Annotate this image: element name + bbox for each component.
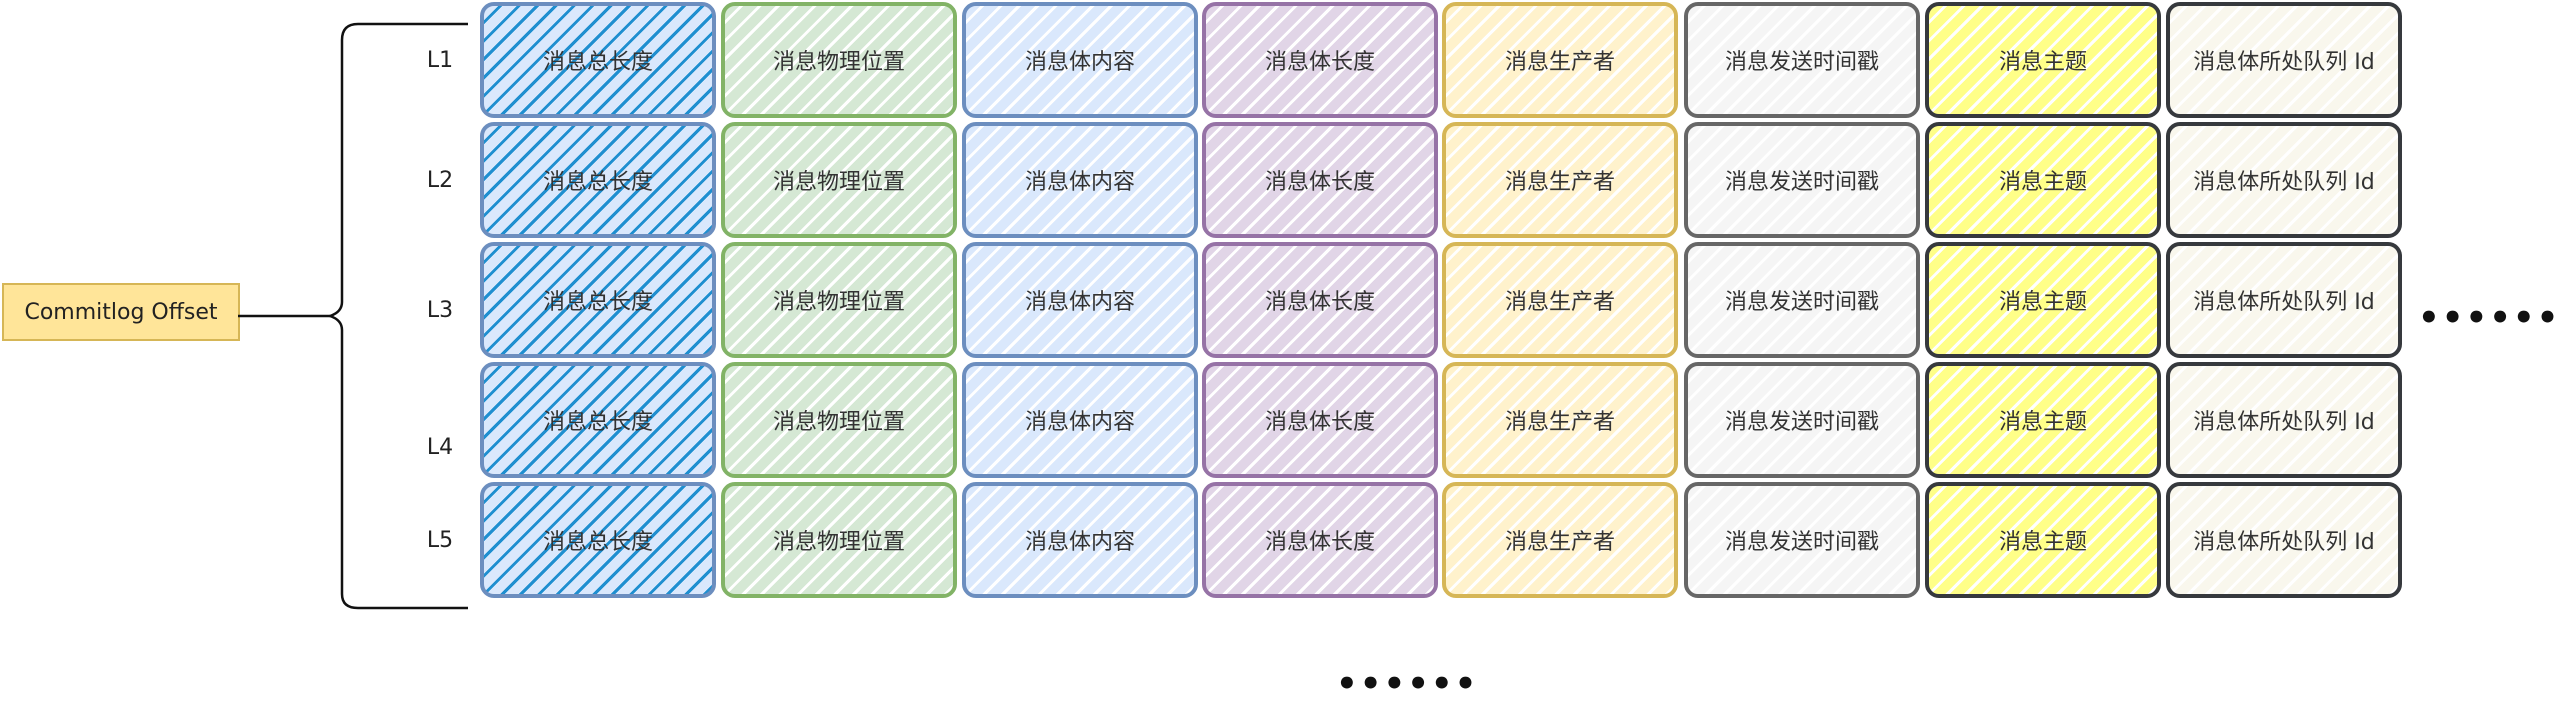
- field-cell: 消息生产者: [1442, 482, 1678, 598]
- field-label: 消息物理位置: [772, 530, 905, 555]
- field-cell: 消息总长度: [480, 2, 716, 118]
- field-label: 消息物理位置: [772, 170, 905, 195]
- row-label: L4: [426, 435, 454, 460]
- field-label: 消息生产者: [1504, 410, 1615, 435]
- field-label: 消息物理位置: [772, 410, 905, 435]
- field-cell: 消息总长度: [480, 242, 716, 358]
- field-cell: 消息生产者: [1442, 362, 1678, 478]
- field-cell: 消息主题: [1925, 122, 2161, 238]
- field-cell: 消息体内容: [962, 2, 1198, 118]
- field-cell: 消息物理位置: [721, 242, 957, 358]
- field-label: 消息生产者: [1504, 290, 1615, 315]
- field-cell: 消息体长度: [1202, 2, 1438, 118]
- field-cell: 消息发送时间戳: [1684, 2, 1920, 118]
- commitlog-offset-label: Commitlog Offset: [24, 299, 218, 325]
- field-cell: 消息发送时间戳: [1684, 482, 1920, 598]
- field-cell: 消息生产者: [1442, 122, 1678, 238]
- commitlog-diagram: Commitlog Offset L1 L2 L3 L4 L5 消息总长度 消息物理位置消…: [0, 0, 2562, 704]
- row-label: L3: [426, 298, 454, 323]
- field-label: 消息生产者: [1504, 50, 1615, 75]
- field-cell: 消息体所处队列 Id: [2166, 362, 2402, 478]
- ellipsis-right: ••••••: [2418, 298, 2561, 338]
- field-cell: 消息物理位置: [721, 122, 957, 238]
- field-label: 消息体内容: [1024, 170, 1135, 195]
- field-label: 消息体内容: [1024, 290, 1135, 315]
- field-cell: 消息总长度: [480, 482, 716, 598]
- field-cell: 消息总长度: [480, 362, 716, 478]
- field-cell: 消息体内容: [962, 362, 1198, 478]
- field-cell: 消息体所处队列 Id: [2166, 122, 2402, 238]
- field-label: 消息主题: [1998, 290, 2087, 315]
- field-label: 消息总长度: [542, 530, 653, 555]
- field-label: 消息发送时间戳: [1724, 290, 1879, 315]
- field-cell: 消息生产者: [1442, 2, 1678, 118]
- field-label: 消息体内容: [1024, 50, 1135, 75]
- field-cell: 消息生产者: [1442, 242, 1678, 358]
- field-cell: 消息体内容: [962, 482, 1198, 598]
- field-cell: 消息体长度: [1202, 242, 1438, 358]
- row-label: L5: [426, 528, 454, 553]
- field-label: 消息总长度: [542, 290, 653, 315]
- row-label: L2: [426, 168, 454, 193]
- field-label: 消息体所处队列 Id: [2193, 50, 2375, 75]
- field-cell: 消息体内容: [962, 122, 1198, 238]
- field-label: 消息生产者: [1504, 530, 1615, 555]
- field-label: 消息总长度: [542, 410, 653, 435]
- field-cell: 消息主题: [1925, 2, 2161, 118]
- field-cell: 消息体长度: [1202, 362, 1438, 478]
- field-label: 消息主题: [1998, 410, 2087, 435]
- field-label: 消息体内容: [1024, 530, 1135, 555]
- field-cell: 消息物理位置: [721, 482, 957, 598]
- field-label: 消息发送时间戳: [1724, 170, 1879, 195]
- field-label: 消息总长度: [542, 170, 653, 195]
- field-cell: 消息体长度: [1202, 482, 1438, 598]
- field-label: 消息体所处队列 Id: [2193, 290, 2375, 315]
- field-label: 消息体所处队列 Id: [2193, 530, 2375, 555]
- field-label: 消息体长度: [1264, 170, 1375, 195]
- field-label: 消息主题: [1998, 530, 2087, 555]
- field-cell: 消息体所处队列 Id: [2166, 2, 2402, 118]
- field-label: 消息体长度: [1264, 50, 1375, 75]
- field-cell: 消息体长度: [1202, 122, 1438, 238]
- field-label: 消息体长度: [1264, 410, 1375, 435]
- field-cell: 消息体所处队列 Id: [2166, 242, 2402, 358]
- field-cell: 消息发送时间戳: [1684, 122, 1920, 238]
- field-cell: 消息发送时间戳: [1684, 242, 1920, 358]
- field-label: 消息体所处队列 Id: [2193, 170, 2375, 195]
- ellipsis-bottom: ••••••: [1336, 664, 1479, 704]
- field-label: 消息主题: [1998, 50, 2087, 75]
- field-label: 消息物理位置: [772, 50, 905, 75]
- field-cell: 消息主题: [1925, 482, 2161, 598]
- field-cell: 消息体所处队列 Id: [2166, 482, 2402, 598]
- field-label: 消息发送时间戳: [1724, 50, 1879, 75]
- field-label: 消息体所处队列 Id: [2193, 410, 2375, 435]
- row-label: L1: [426, 48, 454, 73]
- field-label: 消息物理位置: [772, 290, 905, 315]
- field-cell: 消息体内容: [962, 242, 1198, 358]
- field-label: 消息体内容: [1024, 410, 1135, 435]
- field-cell: 消息发送时间戳: [1684, 362, 1920, 478]
- field-cell: 消息主题: [1925, 242, 2161, 358]
- field-cell: 消息总长度: [480, 122, 716, 238]
- field-label: 消息体长度: [1264, 530, 1375, 555]
- field-cell: 消息物理位置: [721, 2, 957, 118]
- field-label: 消息总长度: [542, 50, 653, 75]
- commitlog-offset-box: Commitlog Offset: [2, 283, 240, 341]
- field-label: 消息生产者: [1504, 170, 1615, 195]
- field-cell: 消息物理位置: [721, 362, 957, 478]
- field-label: 消息体长度: [1264, 290, 1375, 315]
- field-label: 消息发送时间戳: [1724, 530, 1879, 555]
- field-cell: 消息主题: [1925, 362, 2161, 478]
- field-label: 消息发送时间戳: [1724, 410, 1879, 435]
- field-label: 消息主题: [1998, 170, 2087, 195]
